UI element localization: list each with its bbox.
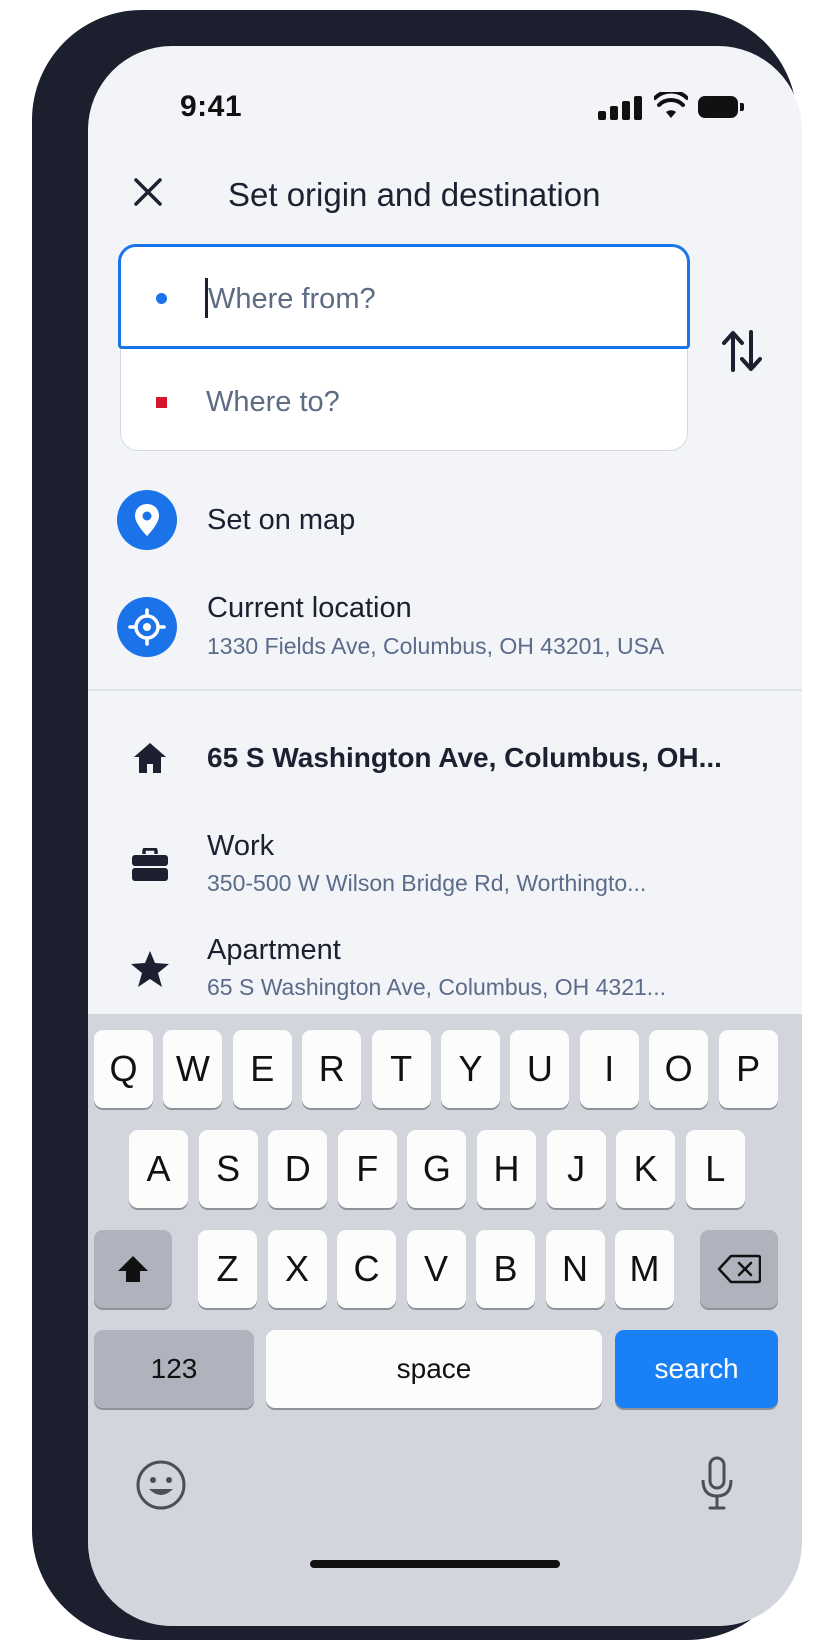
set-on-map-row[interactable]: Set on map <box>88 486 802 556</box>
text-caret <box>205 278 208 318</box>
key-n[interactable]: N <box>545 1230 605 1308</box>
key-g[interactable]: G <box>407 1130 467 1208</box>
app-screen: 9:41 Set origin and destination Where fr… <box>88 46 802 1626</box>
key-z[interactable]: Z <box>198 1230 257 1308</box>
swap-arrows-icon[interactable] <box>720 328 764 374</box>
map-pin-icon <box>117 490 177 550</box>
saved-place-work[interactable]: Work 350-500 W Wilson Bridge Rd, Worthin… <box>88 820 802 900</box>
key-m[interactable]: M <box>615 1230 674 1308</box>
briefcase-icon <box>132 848 168 881</box>
phone-frame: 9:41 Set origin and destination Where fr… <box>32 10 802 1640</box>
key-q[interactable]: Q <box>94 1030 153 1108</box>
shift-key[interactable] <box>94 1230 172 1308</box>
key-h[interactable]: H <box>477 1130 536 1208</box>
key-j[interactable]: J <box>546 1130 606 1208</box>
destination-square-icon <box>156 397 167 408</box>
key-s[interactable]: S <box>198 1130 258 1208</box>
keyboard: QWERTYUIOP ASDFGHJKL ZXCVBNM 123 space s… <box>88 1014 802 1626</box>
backspace-key[interactable] <box>700 1230 778 1308</box>
backspace-icon <box>717 1254 762 1284</box>
key-p[interactable]: P <box>718 1030 778 1108</box>
saved-place-home[interactable]: 65 S Washington Ave, Columbus, OH... <box>88 724 802 804</box>
current-location-label: Current location <box>207 592 412 624</box>
wifi-icon <box>654 92 688 118</box>
home-address-label: 65 S Washington Ave, Columbus, OH... <box>207 742 722 773</box>
status-time: 9:41 <box>180 90 243 123</box>
search-key[interactable]: search <box>615 1330 778 1408</box>
key-a[interactable]: A <box>129 1130 188 1208</box>
key-k[interactable]: K <box>616 1130 676 1208</box>
crosshair-icon <box>117 597 177 657</box>
work-address: 350-500 W Wilson Bridge Rd, Worthingto..… <box>207 870 647 896</box>
saved-place-apartment[interactable]: Apartment 65 S Washington Ave, Columbus,… <box>88 924 802 1004</box>
apartment-label: Apartment <box>207 934 341 966</box>
key-b[interactable]: B <box>476 1230 535 1308</box>
key-d[interactable]: D <box>268 1130 328 1208</box>
numbers-key[interactable]: 123 <box>94 1330 254 1408</box>
key-y[interactable]: Y <box>441 1030 500 1108</box>
divider <box>88 689 802 691</box>
origin-dot-icon <box>156 293 167 304</box>
signal-icon <box>598 96 642 120</box>
key-c[interactable]: C <box>337 1230 396 1308</box>
key-x[interactable]: X <box>267 1230 327 1308</box>
current-location-address: 1330 Fields Ave, Columbus, OH 43201, USA <box>207 633 665 659</box>
origin-input[interactable] <box>208 279 668 319</box>
key-w[interactable]: W <box>163 1030 223 1108</box>
apartment-address: 65 S Washington Ave, Columbus, OH 4321..… <box>207 974 666 1000</box>
key-e[interactable]: E <box>232 1030 292 1108</box>
key-i[interactable]: I <box>579 1030 639 1108</box>
emoji-icon[interactable] <box>134 1458 188 1512</box>
current-location-row[interactable]: Current location 1330 Fields Ave, Columb… <box>88 586 802 666</box>
microphone-icon[interactable] <box>700 1456 734 1512</box>
key-v[interactable]: V <box>406 1230 466 1308</box>
page-title: Set origin and destination <box>228 176 601 213</box>
key-l[interactable]: L <box>685 1130 745 1208</box>
space-key[interactable]: space <box>266 1330 602 1408</box>
key-t[interactable]: T <box>371 1030 431 1108</box>
home-icon <box>134 743 166 773</box>
battery-icon <box>698 96 744 118</box>
work-label: Work <box>207 830 275 862</box>
close-icon[interactable] <box>130 174 166 210</box>
key-r[interactable]: R <box>302 1030 362 1108</box>
star-icon <box>131 951 169 987</box>
key-o[interactable]: O <box>649 1030 709 1108</box>
key-u[interactable]: U <box>510 1030 570 1108</box>
set-on-map-label: Set on map <box>207 504 356 536</box>
destination-input[interactable] <box>206 382 666 422</box>
home-indicator <box>310 1560 560 1568</box>
key-f[interactable]: F <box>337 1130 397 1208</box>
